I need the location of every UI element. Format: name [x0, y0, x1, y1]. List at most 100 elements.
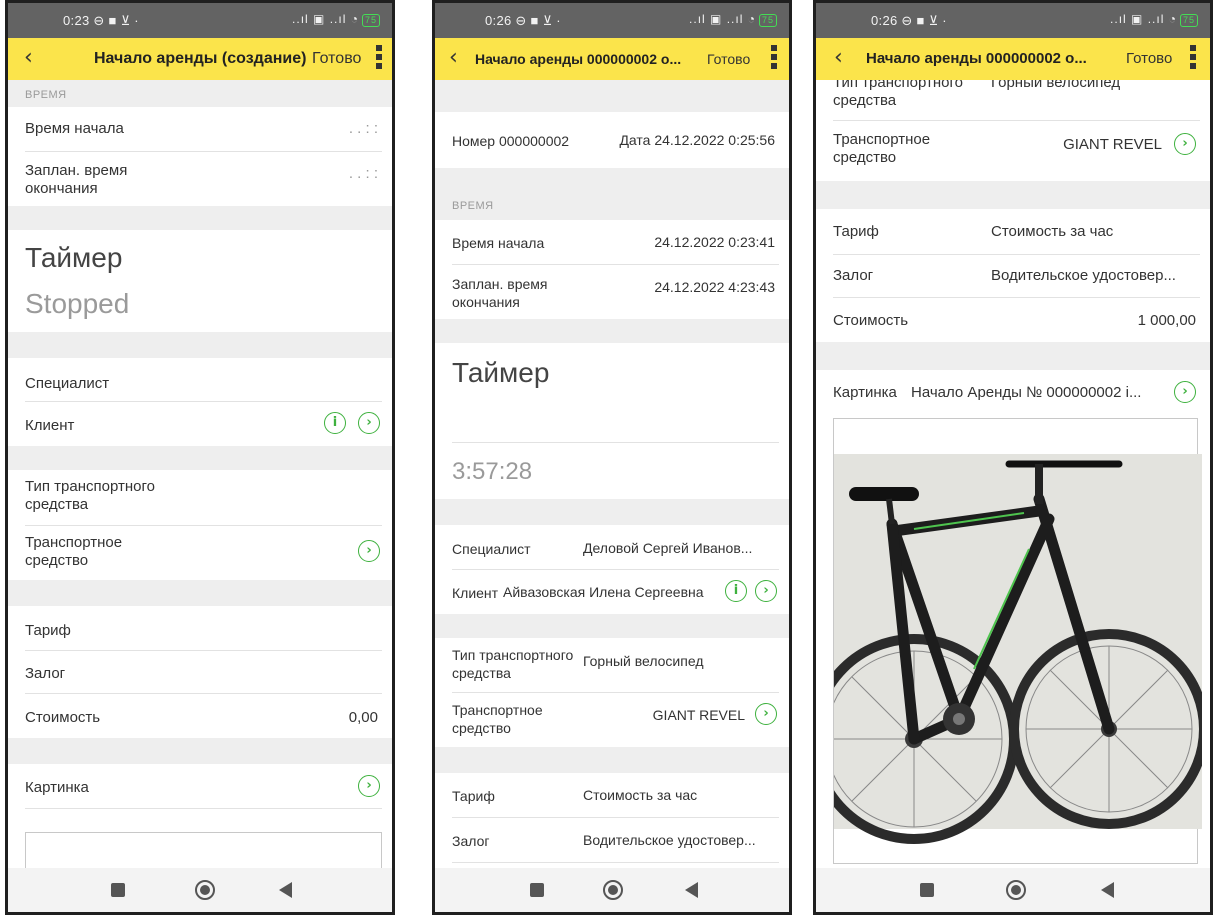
back-nav-icon[interactable] [1101, 882, 1114, 898]
spacer [435, 319, 789, 343]
vehicle-row[interactable]: Транспортное средство › [8, 526, 392, 580]
end-time-label-1: Заплан. время [25, 162, 128, 179]
start-time-value[interactable]: 24.12.2022 0:23:41 [654, 234, 775, 250]
done-button[interactable]: Готово [707, 51, 750, 67]
end-time-row[interactable]: Заплан. время окончания 24.12.2022 4:23:4… [435, 265, 789, 319]
chevron-right-icon[interactable]: › [755, 703, 777, 725]
vehicle-type-row[interactable]: Тип транспортного средства [8, 470, 392, 525]
spacer [8, 446, 392, 470]
cost-row: Стоимость 1 000,00 [816, 298, 1210, 342]
form-content: Номер 000000002 Дата 24.12.2022 0:25:56 … [435, 80, 789, 874]
chevron-right-icon[interactable]: › [1174, 133, 1196, 155]
form-content: Тип транспортного средства Горный велосип… [816, 80, 1210, 874]
chevron-right-icon[interactable]: › [358, 540, 380, 562]
cost-label: Стоимость [833, 312, 909, 329]
specialist-row[interactable]: Специалист [8, 358, 392, 402]
start-time-value[interactable]: . . : : [349, 120, 378, 137]
back-icon[interactable]: ‹ [449, 45, 458, 70]
start-time-row[interactable]: Время начала 24.12.2022 0:23:41 [435, 220, 789, 264]
client-value[interactable]: Айвазовская Илена Сергеевна [503, 584, 704, 600]
divider [25, 808, 382, 809]
android-nav-bar [816, 868, 1210, 912]
picture-value[interactable]: Начало Аренды № 000000002 i... [911, 384, 1141, 401]
chevron-right-icon[interactable]: › [358, 775, 380, 797]
vehicle-row[interactable]: Транспортное средство GIANT REVEL › [816, 121, 1210, 181]
recent-apps-icon[interactable] [920, 883, 934, 897]
back-icon[interactable]: ‹ [834, 45, 843, 70]
vehicle-value[interactable]: GIANT REVEL [653, 707, 745, 723]
vehicle-type-label-2: средства [833, 92, 897, 109]
tariff-row[interactable]: Тариф Стоимость за час [816, 209, 1210, 253]
vehicle-row[interactable]: Транспортное средство GIANT REVEL › [435, 693, 789, 747]
vehicle-type-value[interactable]: Горный велосипед [991, 80, 1120, 91]
chevron-right-icon[interactable]: › [755, 580, 777, 602]
section-title-time: ВРЕМЯ [25, 89, 67, 101]
end-time-row[interactable]: Заплан. время окончания . . : : [8, 152, 392, 206]
spacer [435, 80, 789, 112]
home-icon[interactable] [195, 880, 215, 900]
android-nav-bar [435, 868, 789, 912]
vehicle-value[interactable]: GIANT REVEL [1063, 136, 1162, 153]
back-nav-icon[interactable] [685, 882, 698, 898]
battery-icon: 75 [1179, 14, 1198, 27]
deposit-label: Залог [25, 665, 66, 682]
home-icon[interactable] [603, 880, 623, 900]
recent-apps-icon[interactable] [111, 883, 125, 897]
chevron-right-icon[interactable]: › [1174, 381, 1196, 403]
deposit-row[interactable]: Залог Водительское удостовер... [816, 255, 1210, 297]
info-icon[interactable]: i [324, 412, 346, 434]
info-icon[interactable]: i [725, 580, 747, 602]
tariff-value[interactable]: Стоимость за час [583, 787, 697, 803]
title-bar: ‹ Начало аренды (создание) Готово [8, 38, 392, 80]
tariff-row[interactable]: Тариф [8, 606, 392, 650]
vehicle-type-value[interactable]: Горный велосипед [583, 653, 703, 669]
tariff-value[interactable]: Стоимость за час [991, 223, 1113, 240]
client-row[interactable]: Клиент Айвазовская Илена Сергеевна i › [435, 570, 789, 614]
tariff-row[interactable]: Тариф Стоимость за час [435, 773, 789, 817]
recent-apps-icon[interactable] [530, 883, 544, 897]
specialist-row[interactable]: Специалист Деловой Сергей Иванов... [435, 525, 789, 569]
back-nav-icon[interactable] [279, 882, 292, 898]
tariff-label: Тариф [833, 223, 879, 240]
vehicle-label-2: средство [452, 720, 511, 736]
divider [452, 442, 779, 443]
deposit-row[interactable]: Залог [8, 651, 392, 693]
end-time-value[interactable]: 24.12.2022 4:23:43 [654, 279, 775, 295]
spacer [435, 747, 789, 773]
bike-photo-frame[interactable] [833, 418, 1202, 864]
cost-value: 1 000,00 [1137, 312, 1196, 329]
cost-label: Стоимость [25, 709, 101, 726]
deposit-value[interactable]: Водительское удостовер... [583, 832, 756, 848]
status-bar: 0:26 ⊖ ■ ⊻ · ..ıl ▣ ..ıl ◔ 75 [816, 3, 1210, 38]
start-time-row[interactable]: Время начала . . : : [8, 107, 392, 151]
timer-state: Stopped [25, 288, 130, 319]
chevron-right-icon[interactable]: › [358, 412, 380, 434]
specialist-value[interactable]: Деловой Сергей Иванов... [583, 540, 752, 556]
vehicle-type-label-1: Тип транспортного [452, 647, 574, 663]
picture-label: Картинка [25, 779, 89, 796]
document-number: Номер 000000002 [452, 133, 570, 149]
vehicle-type-row[interactable]: Тип транспортного средства Горный велосип… [816, 80, 1210, 120]
spacer [8, 206, 392, 230]
deposit-row[interactable]: Залог Водительское удостовер... [435, 818, 789, 862]
client-label: Клиент [25, 417, 75, 434]
vehicle-label-1: Транспортное [833, 131, 931, 148]
home-icon[interactable] [1006, 880, 1026, 900]
end-time-value[interactable]: . . : : [349, 165, 378, 182]
done-button[interactable]: Готово [1126, 50, 1172, 67]
done-button[interactable]: Готово [312, 50, 361, 68]
document-date: Дата 24.12.2022 0:25:56 [619, 132, 775, 148]
timer-block: Таймер Stopped [8, 230, 392, 332]
vehicle-type-row[interactable]: Тип транспортного средства Горный велосип… [435, 638, 789, 692]
more-menu-icon[interactable] [376, 45, 382, 73]
back-icon[interactable]: ‹ [24, 45, 33, 70]
more-menu-icon[interactable] [1190, 45, 1196, 73]
more-menu-icon[interactable] [771, 45, 777, 73]
timer-label: Таймер [452, 357, 550, 388]
picture-row[interactable]: Картинка Начало Аренды № 000000002 i... … [816, 370, 1210, 416]
client-row[interactable]: Клиент i › [8, 402, 392, 446]
spacer [8, 332, 392, 358]
cost-value: 0,00 [348, 709, 378, 726]
picture-row[interactable]: Картинка › [8, 764, 392, 808]
deposit-value[interactable]: Водительское удостовер... [991, 267, 1176, 284]
